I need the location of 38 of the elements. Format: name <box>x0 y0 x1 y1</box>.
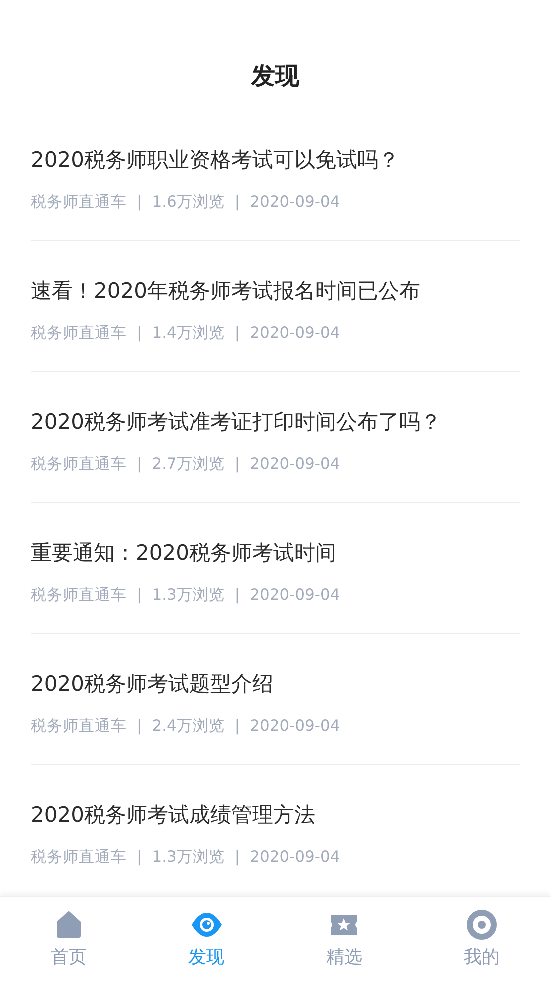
article-meta: | <box>137 585 142 606</box>
article-title[interactable]: 2020税务师考试准考证打印时间公布了吗？ <box>31 406 520 438</box>
article-meta: | <box>234 454 240 475</box>
article-meta: | <box>137 192 142 213</box>
article-meta: | <box>137 323 142 344</box>
article-meta: | <box>137 454 142 475</box>
article-meta: | <box>234 716 240 737</box>
article-meta: 2020-09-04 <box>250 585 340 606</box>
article-meta: | <box>234 585 240 606</box>
article-meta: | <box>234 323 240 344</box>
article-meta: 1.4万浏览 <box>152 323 225 344</box>
article-meta: 税务师直通车 <box>31 323 127 344</box>
article-title[interactable]: 2020税务师考试成绩管理方法 <box>31 799 520 831</box>
article-meta: 税务师直通车 <box>31 192 127 213</box>
article-meta: 2020-09-04 <box>250 192 340 213</box>
article-title[interactable]: 2020税务师职业资格考试可以免试吗？ <box>31 144 520 176</box>
article-meta: 1.6万浏览 <box>152 192 225 213</box>
article-meta: 1.3万浏览 <box>152 585 225 606</box>
article-meta: 1.3万浏览 <box>152 847 225 868</box>
article-title[interactable]: 速看！2020年税务师考试报名时间已公布 <box>31 275 520 307</box>
article-meta: 税务师直通车 <box>31 716 127 737</box>
article-meta: | <box>137 847 142 868</box>
article-title[interactable]: 重要通知：2020税务师考试时间 <box>31 537 520 569</box>
article-meta: 2020-09-04 <box>250 323 340 344</box>
article-meta: 2020-09-04 <box>250 716 340 737</box>
article-meta: | <box>234 192 240 213</box>
page-title: 发现 <box>250 61 300 92</box>
article-meta: 2020-09-04 <box>250 454 340 475</box>
ring-icon <box>466 909 498 941</box>
article-meta: 税务师直通车 <box>31 454 127 475</box>
article-meta: 2.7万浏览 <box>152 454 225 475</box>
article-meta: 2.4万浏览 <box>152 716 225 737</box>
article-meta: | <box>234 847 240 868</box>
article-meta: 2020-09-04 <box>250 847 340 868</box>
article-meta: 税务师直通车 <box>31 847 127 868</box>
article-title[interactable]: 2020税务师考试题型介绍 <box>31 668 520 700</box>
article-meta: 税务师直通车 <box>31 585 127 606</box>
article-meta: | <box>137 716 142 737</box>
